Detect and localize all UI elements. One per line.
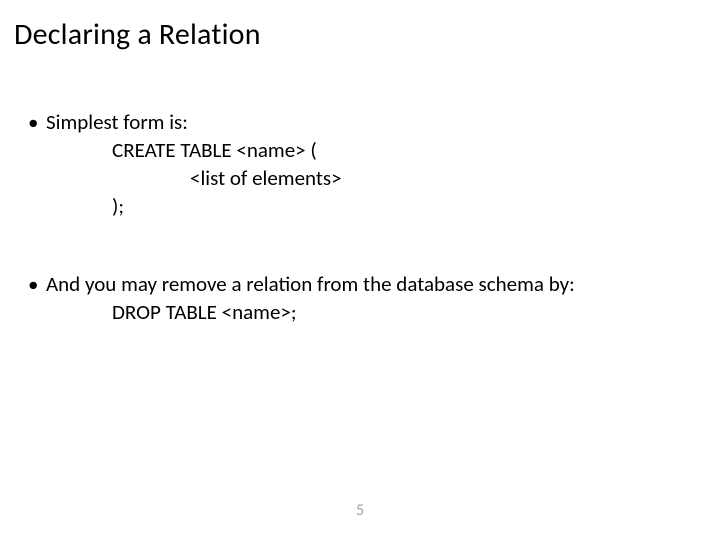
bullet-2-line-1: DROP TABLE <name>; [112,299,708,325]
bullet-1-text: Simplest form is: [46,109,188,135]
slide: Declaring a Relation • Simplest form is:… [0,0,720,540]
page-number: 5 [0,501,720,520]
bullet-2-text: And you may remove a relation from the d… [46,271,575,297]
slide-title: Declaring a Relation [14,16,708,53]
bullet-1-line-2: <list of elements> [190,165,708,191]
bullet-1: • Simplest form is: [28,109,708,135]
bullet-2: • And you may remove a relation from the… [28,271,708,297]
spacer [12,221,708,271]
bullet-dot-icon: • [28,271,46,297]
bullet-dot-icon: • [28,109,46,135]
bullet-1-line-1: CREATE TABLE <name> ( [112,137,708,163]
bullet-1-line-3: ); [112,193,708,219]
